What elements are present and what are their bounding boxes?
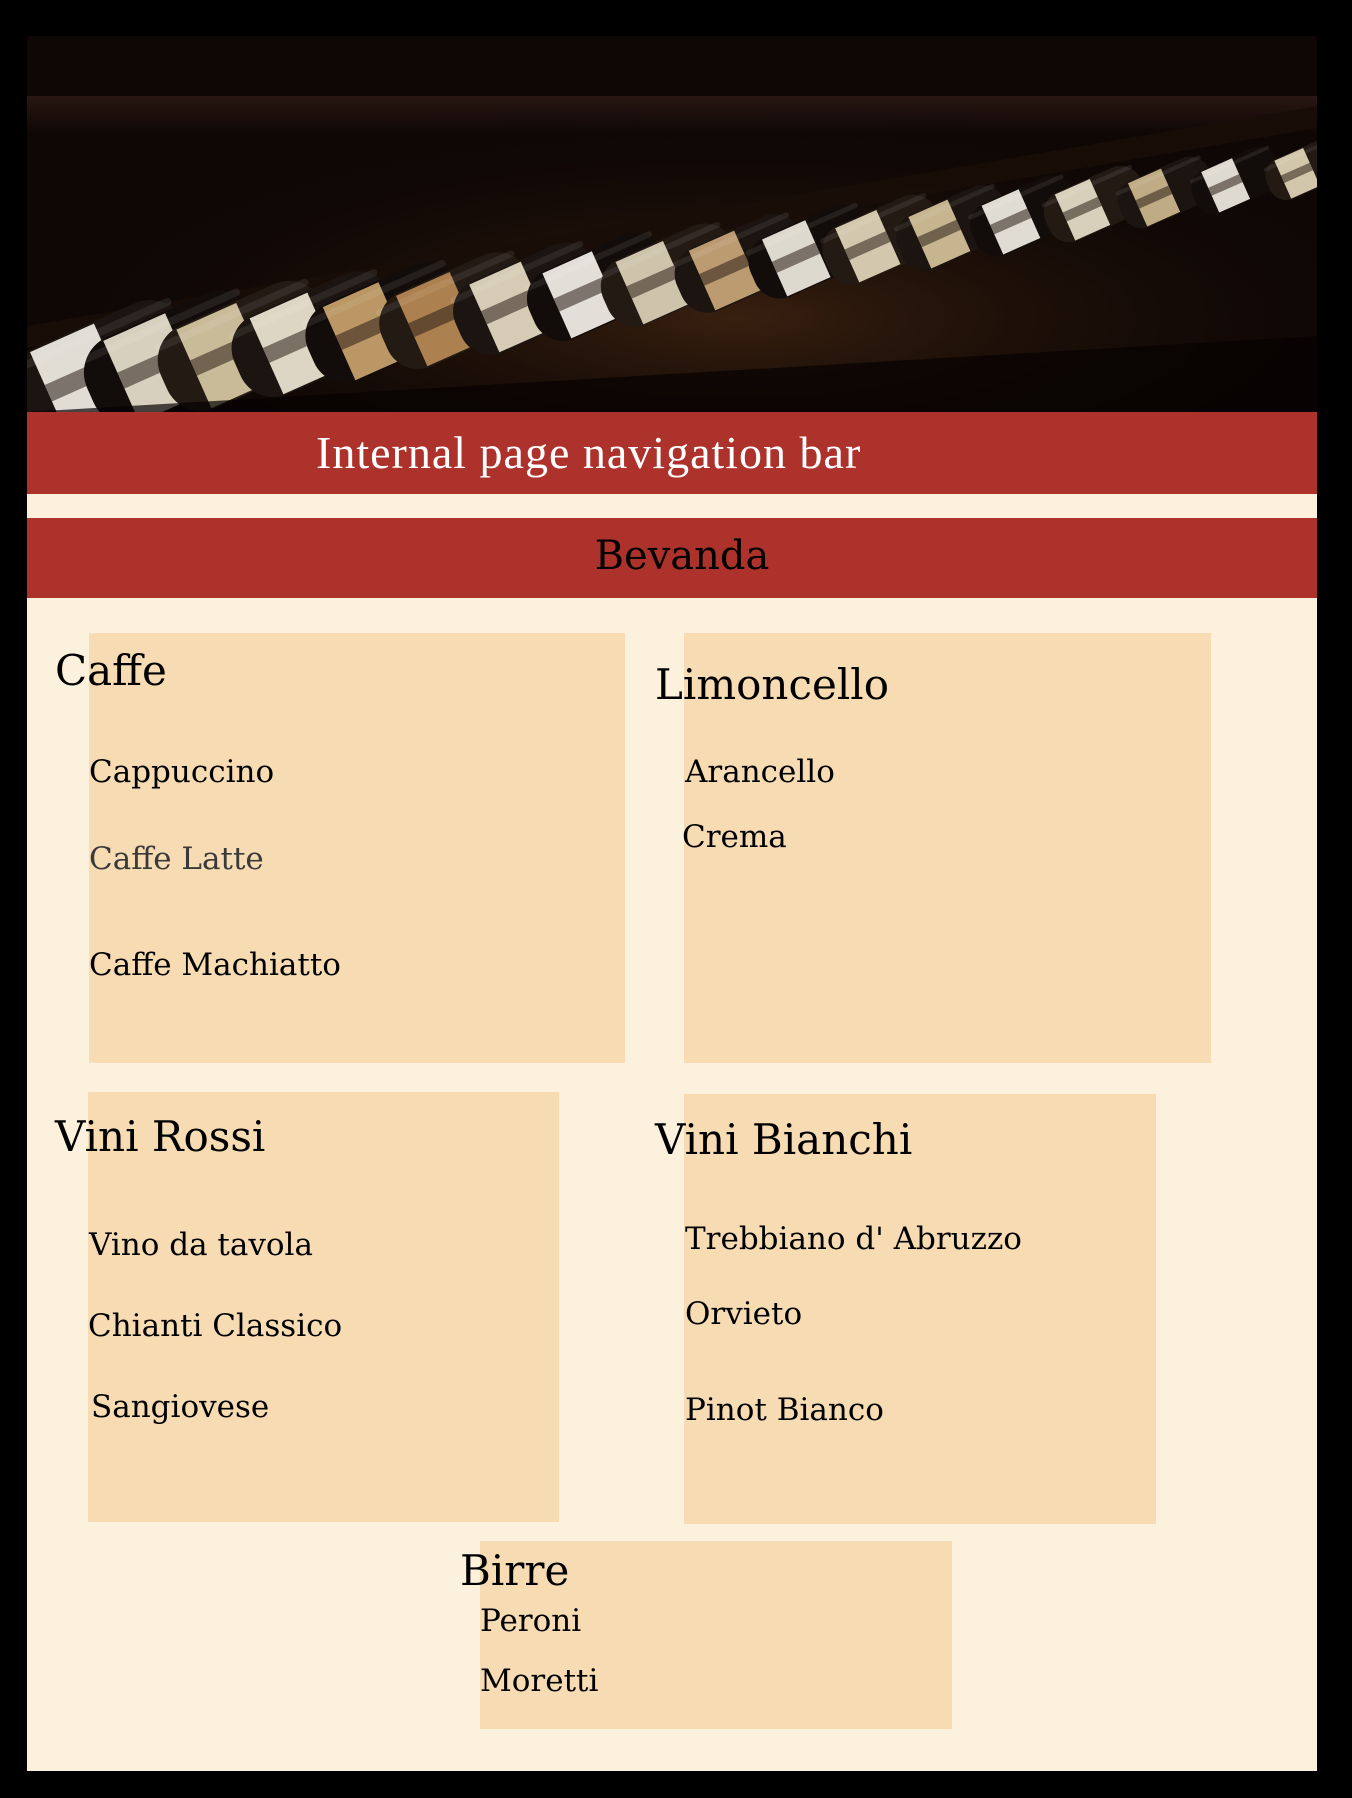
menu-item-caffe-latte[interactable]: Caffe Latte xyxy=(89,841,264,877)
menu-item-chianti-classico[interactable]: Chianti Classico xyxy=(88,1308,342,1344)
menu-item-moretti[interactable]: Moretti xyxy=(480,1663,598,1699)
internal-navigation-bar[interactable]: Internal page navigation bar xyxy=(27,412,1317,494)
wine-bottles-hero-image xyxy=(27,36,1317,412)
section-header: Bevanda xyxy=(27,518,1317,598)
caffe-heading: Caffe xyxy=(55,646,167,695)
navigation-bar-label[interactable]: Internal page navigation bar xyxy=(316,426,861,479)
limoncello-heading: Limoncello xyxy=(655,660,890,709)
menu-item-vino-da-tavola[interactable]: Vino da tavola xyxy=(89,1227,313,1263)
menu-item-pinot-bianco[interactable]: Pinot Bianco xyxy=(685,1392,884,1428)
birre-heading: Birre xyxy=(460,1546,570,1595)
menu-item-caffe-machiatto[interactable]: Caffe Machiatto xyxy=(89,947,341,983)
section-title: Bevanda xyxy=(594,533,770,579)
menu-item-orvieto[interactable]: Orvieto xyxy=(685,1296,802,1332)
vini-rossi-heading: Vini Rossi xyxy=(55,1112,266,1161)
menu-page: Internal page navigation bar Bevanda Caf… xyxy=(27,36,1317,1771)
menu-item-crema[interactable]: Crema xyxy=(682,819,787,855)
vini-bianchi-heading: Vini Bianchi xyxy=(655,1115,913,1164)
menu-item-arancello[interactable]: Arancello xyxy=(685,754,835,790)
menu-item-sangiovese[interactable]: Sangiovese xyxy=(91,1389,269,1425)
menu-item-cappuccino[interactable]: Cappuccino xyxy=(89,754,274,790)
menu-item-trebbiano[interactable]: Trebbiano d' Abruzzo xyxy=(685,1221,1022,1257)
menu-item-peroni[interactable]: Peroni xyxy=(480,1603,581,1639)
